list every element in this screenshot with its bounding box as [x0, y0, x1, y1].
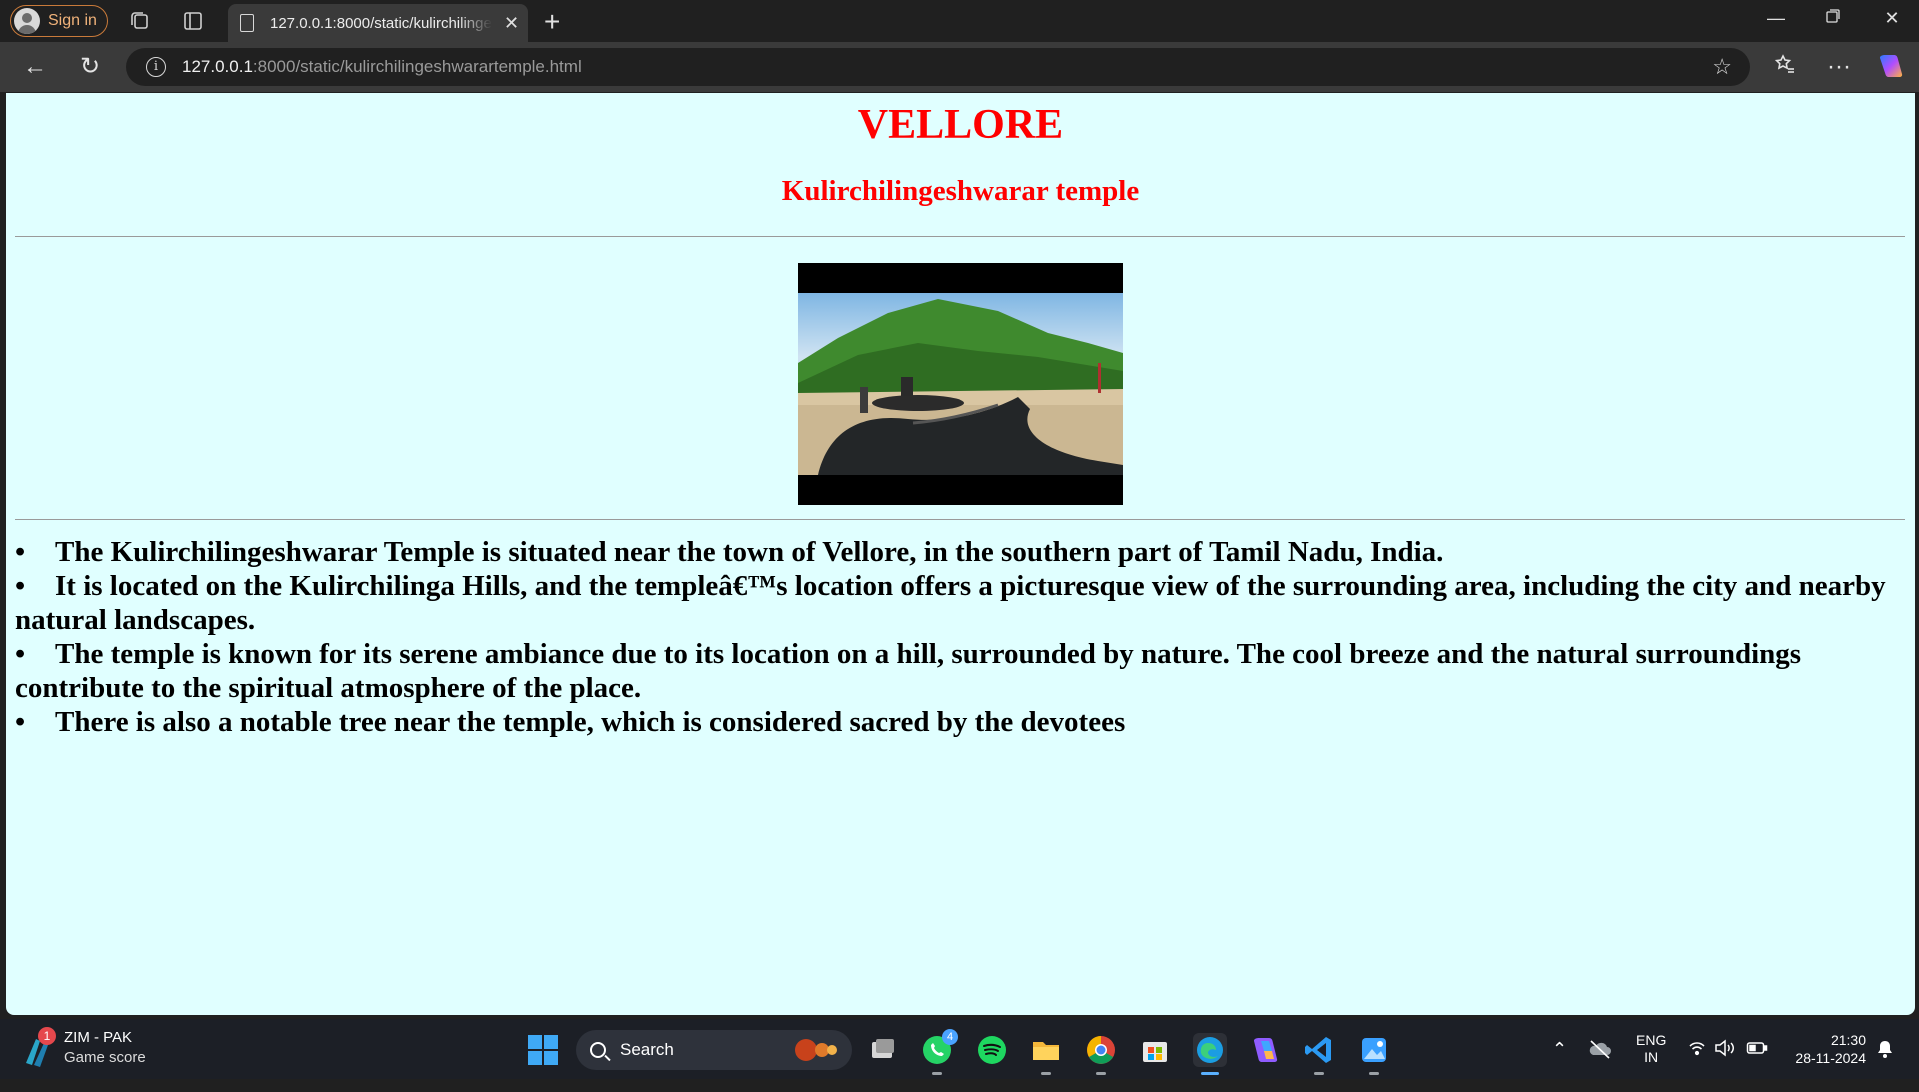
profile-avatar-icon [14, 8, 40, 34]
bullet: • [15, 536, 26, 568]
site-info-icon[interactable]: i [146, 57, 166, 77]
microsoft-store-icon[interactable] [1138, 1033, 1172, 1067]
temple-photo-scene [798, 293, 1123, 475]
page-document-icon [240, 14, 254, 32]
running-indicator [932, 1072, 942, 1075]
clock-time: 21:30 [1830, 1032, 1866, 1048]
minimize-icon[interactable]: — [1764, 8, 1788, 29]
notification-badge: 1 [38, 1027, 56, 1045]
temple-subheading: Kulirchilingeshwarar temple [781, 175, 1140, 207]
more-options-icon[interactable]: ··· [1824, 52, 1854, 82]
taskbar-search-box[interactable]: Search [576, 1030, 852, 1070]
wifi-icon[interactable] [1688, 1039, 1706, 1059]
profile-sign-in-button[interactable]: Sign in [10, 5, 108, 37]
active-indicator [1201, 1072, 1219, 1075]
list-item: • It is located on the Kulirchilinga Hill… [15, 570, 1886, 636]
back-arrow-icon[interactable]: ← [20, 52, 50, 82]
tab-title: 127.0.0.1:8000/static/kulirchilingeshwar… [270, 14, 492, 32]
page-heading: VELLORE [857, 102, 1064, 148]
list-item: • The Kulirchilingeshwarar Temple is situ… [15, 536, 1444, 568]
list-item: • The temple is known for its serene ambi… [15, 638, 1802, 704]
tab-actions-icon[interactable] [181, 9, 205, 33]
photos-app-icon[interactable] [1357, 1033, 1391, 1075]
close-tab-icon[interactable]: ✕ [504, 13, 519, 34]
url-text[interactable]: 127.0.0.1:8000/static/kulirchilingeshwar… [182, 57, 582, 77]
running-indicator [1096, 1072, 1106, 1075]
browser-tab-active[interactable]: 127.0.0.1:8000/static/kulirchilingeshwar… [228, 4, 528, 42]
middle-divider [15, 519, 1905, 520]
tab-strip: Sign in 127.0.0.1:8000/static/kulirchili… [0, 0, 1919, 42]
address-bar[interactable]: i 127.0.0.1:8000/static/kulirchilingeshw… [126, 48, 1750, 86]
region-code: IN [1644, 1049, 1659, 1065]
battery-icon[interactable] [1746, 1040, 1768, 1058]
chrome-icon[interactable] [1084, 1033, 1118, 1075]
favorite-star-icon[interactable]: ☆ [1712, 54, 1732, 80]
task-view-icon[interactable] [866, 1033, 900, 1067]
copilot-app-icon[interactable] [1248, 1033, 1282, 1067]
running-indicator [1041, 1072, 1051, 1075]
search-icon [590, 1042, 606, 1058]
clock[interactable]: 21:30 28-11-2024 [1786, 1031, 1866, 1091]
onedrive-icon[interactable] [1588, 1038, 1612, 1060]
language-code: ENG [1636, 1032, 1667, 1048]
file-explorer-icon[interactable] [1029, 1033, 1063, 1075]
search-highlight-icon [795, 1039, 837, 1061]
bullet: • [15, 706, 26, 738]
whatsapp-icon[interactable]: 4 [920, 1029, 958, 1075]
list-item: • There is also a notable tree near the t… [15, 706, 1126, 738]
edge-browser-icon[interactable] [1193, 1033, 1227, 1075]
search-label: Search [620, 1040, 674, 1059]
web-page: VELLORE Kulirchilingeshwarar temple • The… [6, 93, 1915, 1015]
running-indicator [1314, 1072, 1324, 1075]
close-window-icon[interactable]: ✕ [1880, 8, 1904, 29]
bullet: • [15, 638, 26, 670]
show-hidden-icons-chevron-icon[interactable]: ⌃ [1552, 1039, 1567, 1059]
copilot-icon[interactable] [1876, 52, 1906, 82]
restore-icon[interactable] [1821, 8, 1845, 29]
bullet: • [15, 570, 26, 602]
sign-in-label: Sign in [48, 12, 97, 29]
language-indicator[interactable]: ENG IN [1636, 1032, 1666, 1092]
temple-photo [798, 263, 1123, 505]
start-windows-icon[interactable] [528, 1035, 558, 1065]
spotify-icon[interactable] [975, 1033, 1009, 1067]
browser-toolbar: ← ↻ i 127.0.0.1:8000/static/kulirchiling… [0, 42, 1919, 92]
widgets-news-button[interactable]: 1 ZIM - PAK Game score [22, 1027, 152, 1069]
workspaces-icon[interactable] [128, 9, 152, 33]
notifications-bell-icon[interactable] [1876, 1039, 1894, 1059]
whatsapp-badge: 4 [942, 1029, 958, 1045]
top-divider [15, 236, 1905, 237]
running-indicator [1369, 1072, 1379, 1075]
windows-taskbar: 1 ZIM - PAK Game score Search 4 ⌃ ENG IN… [0, 1019, 1919, 1079]
widget-title: ZIM - PAK [64, 1029, 133, 1046]
volume-icon[interactable] [1714, 1039, 1736, 1059]
new-tab-plus-icon[interactable]: + [544, 6, 560, 38]
vscode-icon[interactable] [1302, 1033, 1336, 1075]
temple-facts-list: • The Kulirchilingeshwarar Temple is situ… [15, 535, 1905, 739]
clock-date: 28-11-2024 [1795, 1050, 1866, 1066]
reload-icon[interactable]: ↻ [75, 52, 105, 82]
widget-subtitle: Game score [64, 1049, 146, 1066]
favorites-list-icon[interactable] [1770, 52, 1800, 82]
